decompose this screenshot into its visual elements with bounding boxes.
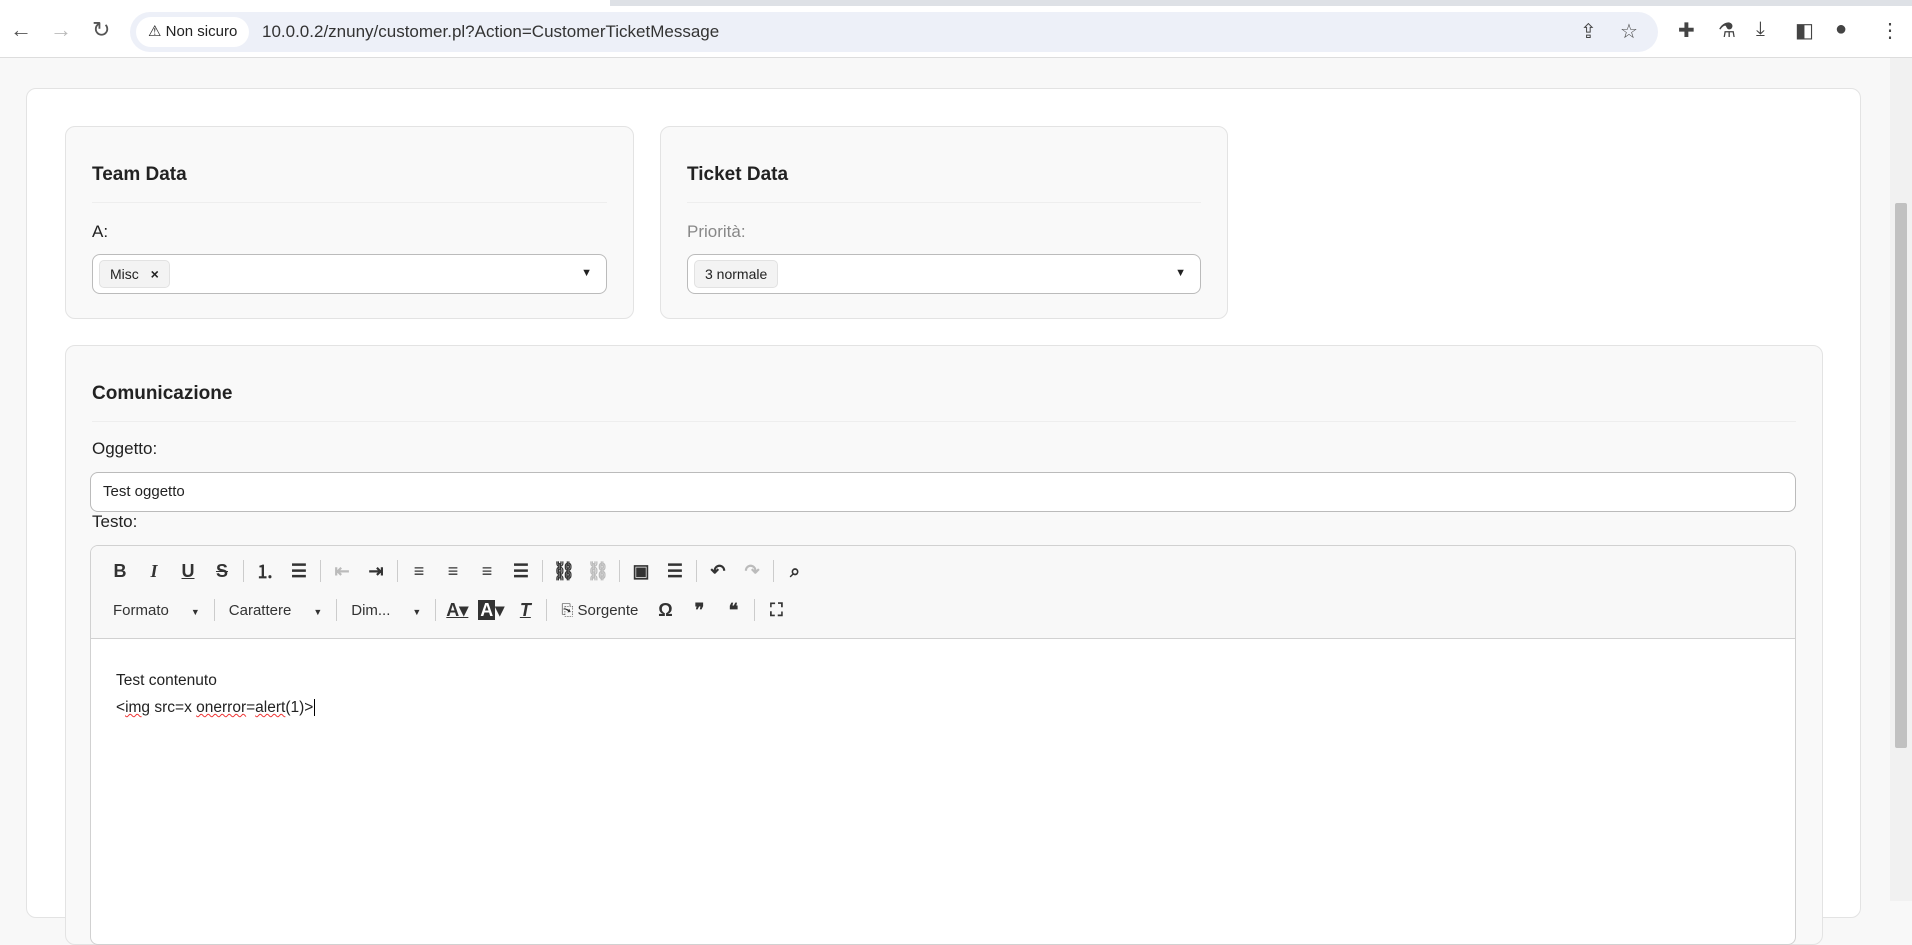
tab-strip <box>610 0 1912 6</box>
font-dropdown[interactable]: Carattere ▼ <box>219 602 332 619</box>
ticket-data-panel: Ticket Data Priorità: 3 normale ▼ <box>660 126 1228 319</box>
strikethrough-icon[interactable]: S <box>205 561 239 582</box>
to-select[interactable]: Misc × ▼ <box>92 254 607 294</box>
team-data-panel: Team Data A: Misc × ▼ <box>65 126 634 319</box>
background-color-icon[interactable]: A ▾ <box>474 599 508 621</box>
subject-input[interactable]: Test oggetto <box>90 472 1796 512</box>
align-right-icon[interactable]: ≡ <box>470 561 504 582</box>
underline-icon[interactable]: U <box>171 561 205 582</box>
forward-icon[interactable]: → <box>50 17 72 43</box>
text-cursor <box>314 699 316 716</box>
to-label: A: <box>92 222 109 241</box>
maximize-icon[interactable]: ⛶ <box>759 600 793 621</box>
source-button[interactable]: ⎘ Sorgente <box>551 602 648 619</box>
labs-icon[interactable]: ⚗ <box>1718 18 1736 43</box>
outdent-icon[interactable]: ⇤ <box>325 561 359 582</box>
remove-format-icon[interactable]: T <box>508 600 542 621</box>
chevron-down-icon: ▼ <box>190 606 200 617</box>
format-dropdown[interactable]: Formato ▼ <box>103 602 210 619</box>
panel-title: Ticket Data <box>687 164 789 185</box>
bookmark-star-icon[interactable]: ☆ <box>1620 19 1638 44</box>
source-label: Sorgente <box>577 601 639 619</box>
menu-icon[interactable]: ⋮ <box>1880 18 1900 43</box>
source-icon: ⎘ <box>561 601 574 619</box>
panel-title: Comunicazione <box>92 383 233 404</box>
text-label: Testo: <box>92 512 138 531</box>
priority-select[interactable]: 3 normale ▼ <box>687 254 1201 294</box>
link-icon[interactable]: ⛓ <box>547 561 581 582</box>
reload-icon[interactable]: ↻ <box>92 17 110 43</box>
editor-content[interactable]: Test contenuto <img src=x onerror=alert(… <box>91 639 1795 749</box>
redo-icon[interactable]: ↷ <box>735 561 769 582</box>
warning-icon: ⚠ <box>148 23 162 40</box>
bulleted-list-icon[interactable]: ☰ <box>282 561 316 582</box>
extensions-icon[interactable]: ✚ <box>1678 18 1695 43</box>
selected-tag: Misc × <box>99 260 170 288</box>
blockquote-icon[interactable]: ❞ <box>682 600 716 621</box>
profile-avatar-icon[interactable]: ● <box>1835 18 1847 41</box>
justify-icon[interactable]: ☰ <box>504 561 538 582</box>
size-dropdown[interactable]: Dim... ▼ <box>341 602 431 619</box>
url-text[interactable]: 10.0.0.2/znuny/customer.pl?Action=Custom… <box>262 22 719 42</box>
chevron-down-icon: ▼ <box>412 606 422 617</box>
rich-text-editor: B I U S ⒈ ☰ ⇤ ⇥ ≡ ≡ ≡ ☰ ⛓ ⛓ ▣ ☰ ↶ ↷ ⌕ Fo… <box>90 545 1796 945</box>
undo-icon[interactable]: ↶ <box>701 561 735 582</box>
tag-label: Misc <box>110 266 139 282</box>
search-icon[interactable]: ⌕ <box>778 561 812 582</box>
share-icon[interactable]: ⇪ <box>1580 19 1597 44</box>
chevron-down-icon[interactable]: ▼ <box>1175 267 1186 279</box>
panel-title: Team Data <box>92 164 187 185</box>
image-icon[interactable]: ▣ <box>624 561 658 582</box>
text-color-icon[interactable]: A▾ <box>440 600 474 621</box>
address-bar[interactable]: ⚠ Non sicuro 10.0.0.2/znuny/customer.pl?… <box>130 12 1658 52</box>
horizontal-line-icon[interactable]: ☰ <box>658 561 692 582</box>
content-line: <img src=x onerror=alert(1)> <box>116 699 316 716</box>
special-char-icon[interactable]: Ω <box>648 600 682 621</box>
align-left-icon[interactable]: ≡ <box>402 561 436 582</box>
editor-toolbar: B I U S ⒈ ☰ ⇤ ⇥ ≡ ≡ ≡ ☰ ⛓ ⛓ ▣ ☰ ↶ ↷ ⌕ Fo… <box>91 546 1795 639</box>
security-label: Non sicuro <box>165 23 238 40</box>
scrollbar-thumb[interactable] <box>1895 203 1907 748</box>
numbered-list-icon[interactable]: ⒈ <box>248 558 282 584</box>
content-line: Test contenuto <box>116 672 217 689</box>
download-icon[interactable]: ⤓ <box>1756 18 1765 41</box>
bold-icon[interactable]: B <box>103 561 137 582</box>
remove-tag-icon[interactable]: × <box>151 266 159 282</box>
align-center-icon[interactable]: ≡ <box>436 561 470 582</box>
unlink-icon[interactable]: ⛓ <box>581 561 615 582</box>
chevron-down-icon: ▼ <box>313 606 323 617</box>
format-label: Formato <box>113 601 169 619</box>
chevron-down-icon[interactable]: ▼ <box>581 267 592 279</box>
font-label: Carattere <box>228 601 292 619</box>
italic-icon[interactable]: I <box>137 561 171 582</box>
scrollbar[interactable] <box>1890 58 1912 901</box>
size-label: Dim... <box>351 601 391 619</box>
browser-toolbar: ← → ↻ ⚠ Non sicuro 10.0.0.2/znuny/custom… <box>0 0 1912 58</box>
subject-label: Oggetto: <box>92 439 158 458</box>
selected-tag: 3 normale <box>694 260 779 288</box>
priority-label: Priorità: <box>687 222 746 241</box>
remove-blockquote-icon[interactable]: ❝ <box>716 600 750 621</box>
indent-icon[interactable]: ⇥ <box>359 561 393 582</box>
side-panel-icon[interactable]: ◧ <box>1795 18 1814 43</box>
security-chip[interactable]: ⚠ Non sicuro <box>136 17 250 47</box>
back-icon[interactable]: ← <box>10 17 32 43</box>
